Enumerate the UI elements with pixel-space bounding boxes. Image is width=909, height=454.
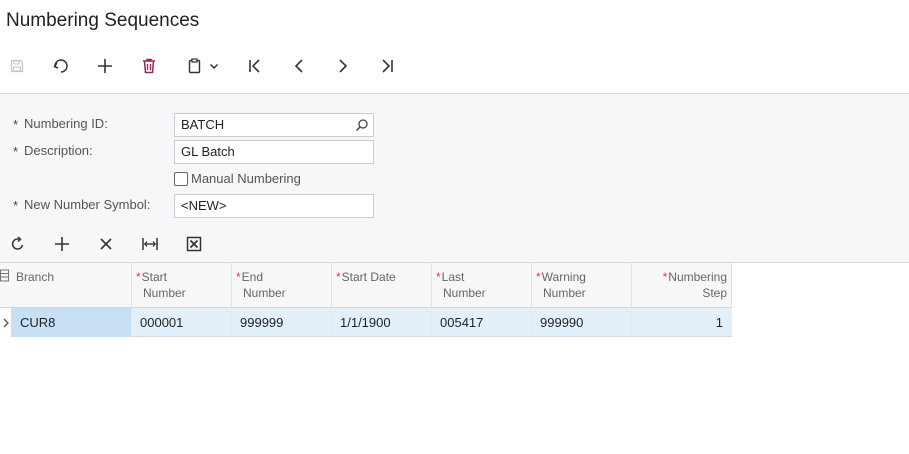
delete-row-button[interactable]	[93, 231, 119, 257]
column-header-line: Number	[143, 286, 186, 300]
close-icon	[99, 237, 113, 251]
grid-toolbar	[0, 231, 909, 257]
cell-branch[interactable]: CUR8	[11, 308, 132, 337]
previous-icon	[290, 57, 308, 75]
description-label: Description:	[24, 143, 93, 158]
cell-last-number[interactable]: 005417	[432, 308, 532, 337]
numbering-id-label: Numbering ID:	[24, 116, 108, 131]
required-marker: *	[13, 198, 19, 213]
required-marker: *	[136, 270, 141, 284]
clipboard-icon	[187, 57, 203, 75]
copy-paste-button[interactable]	[180, 52, 226, 80]
required-marker: *	[662, 270, 668, 284]
column-header-line: Number	[443, 286, 486, 300]
numbering-id-input[interactable]: BATCH	[174, 113, 374, 137]
refresh-button[interactable]	[5, 231, 31, 257]
required-marker: *	[13, 117, 19, 132]
column-header-start-number[interactable]: *Start Number	[132, 263, 232, 308]
save-button[interactable]	[4, 52, 30, 80]
description-row: * Description: GL Batch	[0, 140, 909, 164]
next-icon	[334, 57, 352, 75]
column-header-line: End	[241, 270, 264, 284]
cell-warning-number[interactable]: 999990	[532, 308, 632, 337]
column-header-branch[interactable]: Branch	[11, 263, 132, 308]
row-settings-icon[interactable]	[0, 269, 11, 283]
cell-numbering-step[interactable]: 1	[632, 308, 732, 337]
trash-icon	[141, 57, 157, 75]
save-icon	[9, 58, 25, 74]
last-record-button[interactable]	[374, 52, 400, 80]
column-header-line: Branch	[16, 270, 55, 284]
required-marker: *	[336, 270, 341, 284]
table-row[interactable]: CUR8 000001 999999 1/1/1900 005417 99999…	[0, 308, 732, 337]
main-toolbar	[0, 52, 909, 80]
fit-width-icon	[141, 236, 159, 252]
excel-icon	[186, 236, 202, 252]
column-header-start-date[interactable]: *Start Date	[332, 263, 432, 308]
numbering-grid: Branch *Start Number *End Number *Start …	[0, 262, 909, 337]
new-number-symbol-label: New Number Symbol:	[24, 197, 151, 212]
description-value: GL Batch	[181, 144, 235, 159]
plus-icon	[96, 57, 114, 75]
required-marker: *	[536, 270, 541, 284]
search-icon[interactable]	[355, 118, 369, 135]
page-title: Numbering Sequences	[6, 10, 200, 31]
previous-record-button[interactable]	[286, 52, 312, 80]
column-header-line: Last	[441, 270, 465, 284]
last-record-icon	[378, 57, 396, 75]
description-input[interactable]: GL Batch	[174, 140, 374, 164]
plus-icon	[53, 235, 71, 253]
undo-button[interactable]	[48, 52, 74, 80]
column-header-line: Number	[243, 286, 286, 300]
cell-start-date[interactable]: 1/1/1900	[332, 308, 432, 337]
required-marker: *	[236, 270, 241, 284]
delete-button[interactable]	[136, 52, 162, 80]
refresh-icon	[10, 236, 26, 252]
new-number-symbol-row: * New Number Symbol: <NEW>	[0, 194, 909, 218]
column-header-line: Step	[702, 286, 727, 300]
column-header-numbering-step[interactable]: *Numbering Step	[632, 263, 732, 308]
column-header-line: Number	[543, 286, 586, 300]
manual-numbering-label[interactable]: Manual Numbering	[191, 171, 301, 186]
cell-end-number[interactable]: 999999	[232, 308, 332, 337]
required-marker: *	[13, 144, 19, 159]
column-header-line: Numbering	[668, 270, 727, 284]
column-header-warning-number[interactable]: *Warning Number	[532, 263, 632, 308]
column-header-last-number[interactable]: *Last Number	[432, 263, 532, 308]
cell-start-number[interactable]: 000001	[132, 308, 232, 337]
column-header-end-number[interactable]: *End Number	[232, 263, 332, 308]
export-excel-button[interactable]	[181, 231, 207, 257]
required-marker: *	[436, 270, 441, 284]
next-record-button[interactable]	[330, 52, 356, 80]
undo-icon	[52, 57, 70, 75]
first-record-button[interactable]	[242, 52, 268, 80]
column-header-line: Start Date	[341, 270, 396, 284]
chevron-down-icon	[209, 61, 219, 71]
grid-header: Branch *Start Number *End Number *Start …	[0, 263, 732, 308]
numbering-id-value: BATCH	[181, 117, 225, 132]
manual-numbering-checkbox[interactable]	[174, 172, 188, 186]
new-number-symbol-value: <NEW>	[181, 198, 227, 213]
add-button[interactable]	[92, 52, 118, 80]
column-header-line: Start	[141, 270, 168, 284]
column-header-line: Warning	[541, 270, 586, 284]
numbering-id-row: * Numbering ID: BATCH	[0, 113, 909, 137]
row-selector-chevron-right-icon[interactable]	[0, 308, 11, 337]
first-record-icon	[246, 57, 264, 75]
fit-columns-button[interactable]	[137, 231, 163, 257]
add-row-button[interactable]	[49, 231, 75, 257]
new-number-symbol-input[interactable]: <NEW>	[174, 194, 374, 218]
